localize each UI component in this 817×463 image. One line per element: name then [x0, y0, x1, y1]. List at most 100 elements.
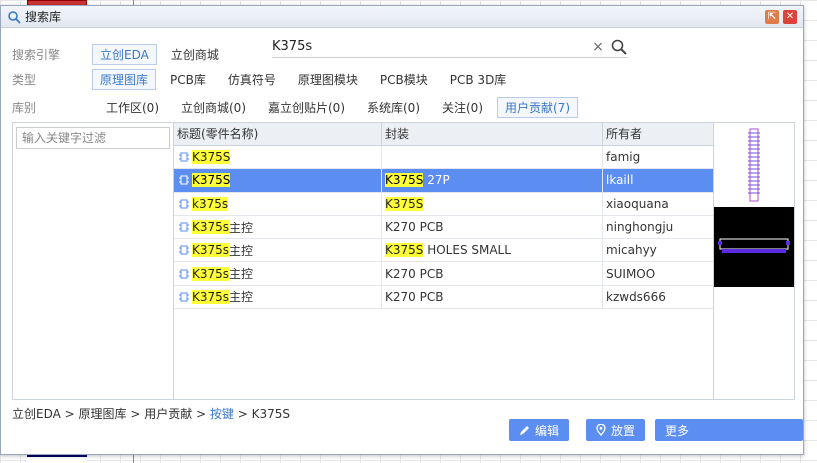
clear-icon[interactable]: ×	[590, 39, 606, 55]
package-rest: K270 PCB	[385, 266, 444, 281]
library-label: 库别	[12, 101, 37, 115]
type-row: 类型 原理图库 PCB库 仿真符号 原理图模块 PCB模块 PCB 3D库	[12, 69, 520, 90]
edit-button[interactable]: 编辑	[509, 419, 570, 441]
breadcrumb-item: 立创EDA	[12, 407, 61, 421]
table-row[interactable]: K375s 主控 K270 PCB ninghongju	[174, 215, 713, 240]
table-header: 标题(零件名称) 封装 所有者	[174, 123, 713, 146]
type-option[interactable]: PCB库	[162, 69, 214, 90]
library-option[interactable]: 关注(0)	[434, 97, 491, 118]
component-icon	[179, 152, 189, 162]
filter-input[interactable]	[16, 127, 170, 149]
pencil-icon	[520, 425, 529, 435]
cell-package	[382, 146, 603, 169]
cell-owner: xiaoquana	[606, 196, 669, 211]
edit-button-label: 编辑	[535, 423, 560, 438]
filter-panel	[12, 122, 174, 400]
package-rest: 27P	[423, 173, 450, 188]
table-row[interactable]: k375s K375S xiaoquana	[174, 192, 713, 216]
search-engine-label: 搜索引擎	[12, 48, 61, 62]
title-match: K375s	[192, 220, 230, 235]
table-row[interactable]: K375S famig	[174, 146, 713, 170]
cell-title: K375s 主控	[174, 262, 382, 285]
column-header-title[interactable]: 标题(零件名称)	[174, 123, 382, 145]
cell-package: K270 PCB	[382, 262, 603, 285]
column-header-package[interactable]: 封装	[382, 123, 603, 145]
library-row: 库别 工作区(0) 立创商城(0) 嘉立创贴片(0) 系统库(0) 关注(0) …	[12, 97, 584, 118]
dialog-title: 搜索库	[25, 10, 62, 24]
cell-package: K375S HOLES SMALL	[382, 239, 603, 262]
type-option[interactable]: PCB 3D库	[442, 69, 515, 90]
engine-option[interactable]: 立创EDA	[92, 44, 157, 65]
column-header-owner[interactable]: 所有者	[603, 123, 713, 145]
maximize-icon: ⇱	[767, 11, 777, 22]
title-rest: 主控	[229, 290, 254, 305]
table-row[interactable]: K375S K375S 27P lkaill	[174, 169, 713, 193]
cell-package: K270 PCB	[382, 215, 603, 239]
title-rest: 主控	[229, 267, 254, 282]
search-input[interactable]	[272, 39, 590, 54]
type-option[interactable]: PCB模块	[372, 69, 436, 90]
component-icon	[179, 199, 189, 209]
cell-owner: famig	[606, 150, 641, 165]
package-rest: K270 PCB	[385, 289, 444, 304]
more-button[interactable]: 更多	[655, 419, 803, 441]
title-match: K375s	[192, 266, 230, 281]
breadcrumb: 立创EDA > 原理图库 > 用户贡献 > 按键 > K375S	[12, 405, 290, 422]
maximize-button[interactable]: ⇱	[765, 10, 779, 24]
component-icon	[179, 245, 189, 255]
location-pin-icon	[596, 424, 606, 436]
cell-owner: SUIMOO	[606, 266, 656, 281]
search-icon	[8, 10, 21, 24]
search-icon[interactable]	[610, 38, 628, 56]
title-match: K375s	[192, 243, 230, 258]
results-table: 标题(零件名称) 封装 所有者 K375S famig K375S K375S 27P…	[173, 122, 714, 400]
component-icon	[179, 222, 189, 232]
symbol-preview[interactable]	[714, 123, 794, 207]
component-icon	[179, 269, 189, 279]
cell-package: K270 PCB	[382, 285, 603, 309]
type-option[interactable]: 原理图模块	[290, 69, 366, 90]
title-match: K375S	[192, 173, 231, 188]
package-match: K375S	[385, 196, 424, 211]
more-button-label: 更多	[665, 423, 690, 438]
package-rest: HOLES SMALL	[423, 243, 511, 258]
table-row[interactable]: K375s 主控 K270 PCB kzwds666	[174, 285, 713, 310]
breadcrumb-item: K375S	[251, 407, 291, 421]
title-rest: 主控	[229, 243, 254, 258]
cell-title: k375s	[174, 192, 382, 215]
cell-title: K375s 主控	[174, 285, 382, 309]
type-option[interactable]: 原理图库	[92, 69, 157, 90]
library-option[interactable]: 用户贡献(7)	[497, 97, 578, 118]
dialog-titlebar[interactable]: 搜索库 ⇱ ✕	[1, 6, 803, 28]
library-option[interactable]: 嘉立创贴片(0)	[260, 97, 353, 118]
search-engine-row: 搜索引擎 立创EDA 立创商城	[12, 44, 233, 65]
title-match: K375S	[192, 150, 231, 165]
breadcrumb-item: 原理图库	[78, 407, 127, 421]
table-row[interactable]: K375s 主控 K375S HOLES SMALL micahyy	[174, 239, 713, 263]
close-button[interactable]: ✕	[783, 10, 797, 24]
breadcrumb-item[interactable]: 按键	[210, 407, 234, 421]
title-match: k375s	[192, 196, 229, 211]
breadcrumb-separator: >	[233, 407, 252, 421]
breadcrumb-separator: >	[126, 407, 145, 421]
breadcrumb-item: 用户贡献	[144, 407, 193, 421]
place-button[interactable]: 放置	[586, 419, 646, 441]
package-rest: K270 PCB	[385, 220, 444, 235]
cell-title: K375s 主控	[174, 239, 382, 262]
library-option[interactable]: 系统库(0)	[359, 97, 428, 118]
component-icon	[179, 292, 189, 302]
background-schematic-fragment-bottom	[27, 455, 87, 463]
type-option[interactable]: 仿真符号	[220, 69, 284, 90]
search-box: ×	[272, 36, 628, 58]
footprint-preview[interactable]	[714, 207, 794, 287]
library-option[interactable]: 立创商城(0)	[173, 97, 254, 118]
preview-panel	[713, 122, 795, 400]
library-option[interactable]: 工作区(0)	[98, 97, 167, 118]
cell-title: K375S	[174, 146, 382, 169]
table-row[interactable]: K375s 主控 K270 PCB SUIMOO	[174, 262, 713, 286]
title-rest: 主控	[229, 220, 254, 235]
component-icon	[179, 175, 189, 185]
table-body: K375S famig K375S K375S 27P lkaill k375s K375S…	[174, 146, 713, 310]
cell-owner: ninghongju	[606, 220, 674, 235]
engine-option[interactable]: 立创商城	[163, 44, 227, 65]
